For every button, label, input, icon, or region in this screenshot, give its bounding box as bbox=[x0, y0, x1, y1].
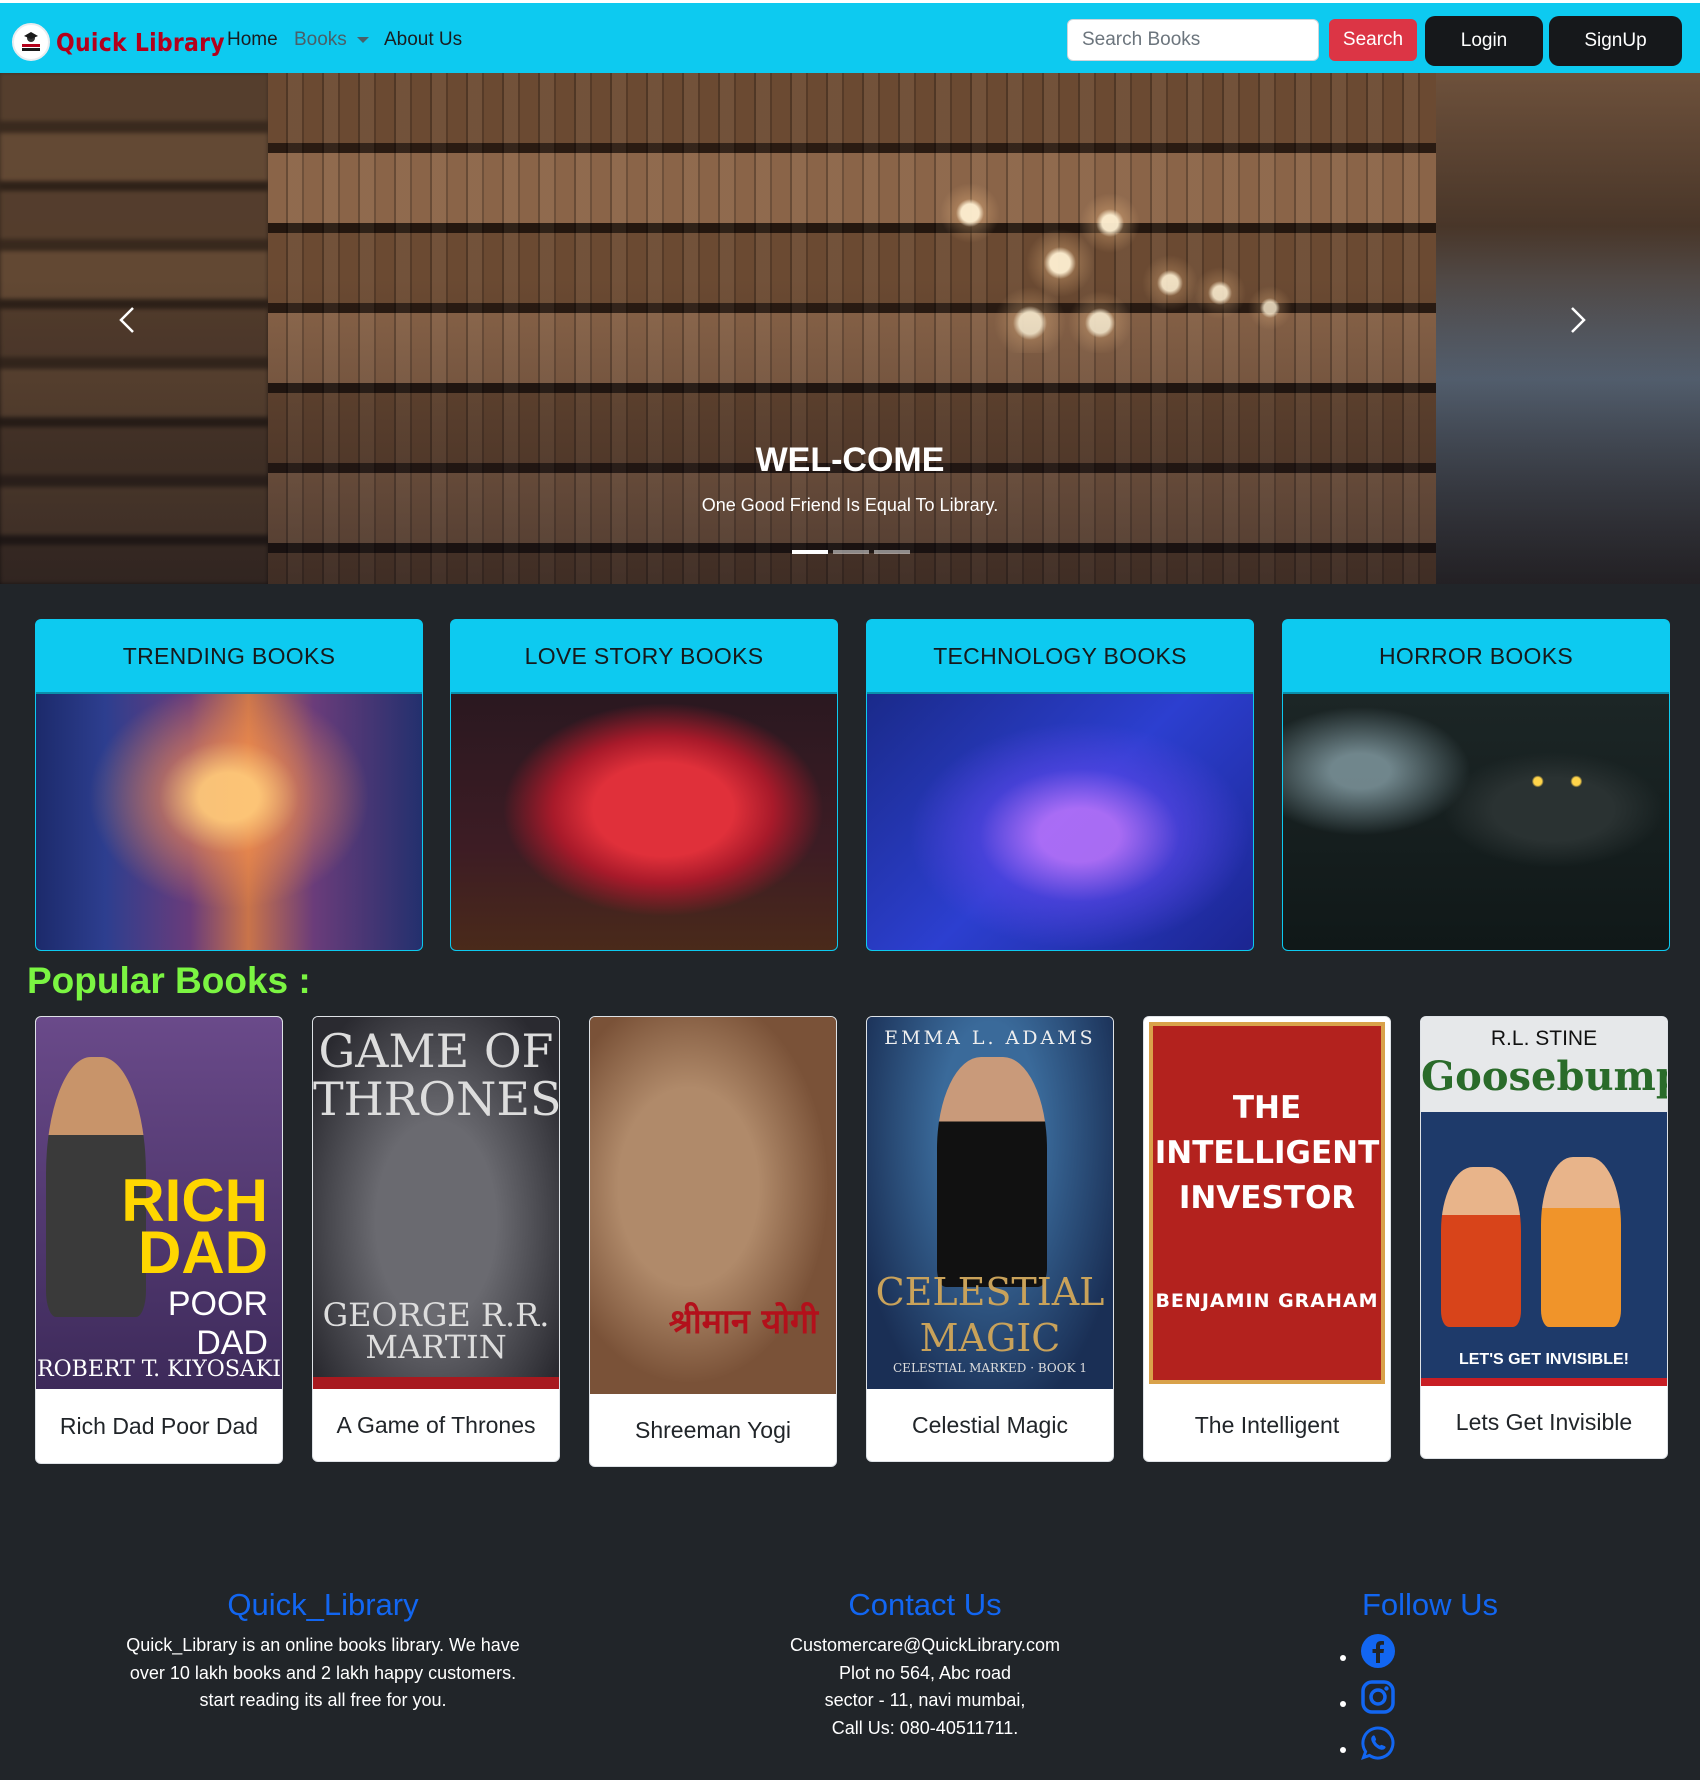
search-button[interactable]: Search bbox=[1329, 19, 1417, 61]
nav-home[interactable]: Home bbox=[227, 29, 278, 51]
book-card-celestial-magic[interactable]: EMMA L. ADAMS CELESTIAL MAGIC CELESTIAL M… bbox=[866, 1016, 1114, 1462]
chevron-down-icon bbox=[356, 36, 369, 43]
carousel-caption-title: WEL-COME bbox=[755, 441, 945, 479]
book-cover: RICH DAD POOR DAD ROBERT T. KIYOSAKI bbox=[36, 1017, 282, 1389]
navbar: Quick Library Home Books About Us Search… bbox=[0, 0, 1700, 73]
nav-about[interactable]: About Us bbox=[384, 29, 462, 51]
popular-books-heading: Popular Books : bbox=[27, 960, 311, 1001]
book-cover: THE INTELLIGENT INVESTOR BENJAMIN GRAHAM bbox=[1144, 1017, 1390, 1389]
facebook-icon[interactable] bbox=[1360, 1633, 1396, 1669]
nav-books-dropdown[interactable]: Books bbox=[294, 29, 369, 51]
nav-books-label: Books bbox=[294, 29, 347, 50]
book-cover: R.L. STINE Goosebumps LET'S GET INVISIBL… bbox=[1421, 1017, 1667, 1386]
book-cover: श्रीमान योगी bbox=[590, 1017, 836, 1394]
search-input[interactable] bbox=[1067, 19, 1319, 61]
category-card-trending[interactable]: TRENDING BOOKS bbox=[35, 619, 423, 951]
footer-follow-title: Follow Us bbox=[1361, 1587, 1499, 1622]
footer-about-text: Quick_Library is an online books library… bbox=[126, 1635, 520, 1710]
book-title: Rich Dad Poor Dad bbox=[59, 1412, 259, 1439]
login-button[interactable]: Login bbox=[1425, 16, 1543, 66]
carousel-caption-text: One Good Friend Is Equal To Library. bbox=[701, 495, 999, 515]
category-card-horror[interactable]: HORROR BOOKS bbox=[1282, 619, 1670, 951]
brand[interactable]: Quick Library bbox=[12, 23, 248, 61]
footer-contact-title: Contact Us bbox=[848, 1587, 1002, 1622]
carousel-prev-icon[interactable] bbox=[113, 305, 143, 335]
category-title: LOVE STORY BOOKS bbox=[524, 642, 764, 669]
book-cover: GAME OF THRONES GEORGE R.R. MARTIN bbox=[313, 1017, 559, 1389]
library-logo-icon bbox=[12, 23, 50, 61]
carousel-indicator[interactable] bbox=[833, 550, 869, 554]
book-title: Celestial Magic bbox=[912, 1411, 1068, 1438]
footer-about-title: Quick_Library bbox=[227, 1587, 419, 1622]
book-card-shreeman-yogi[interactable]: श्रीमान योगी Shreeman Yogi bbox=[589, 1016, 837, 1467]
book-card-goosebumps[interactable]: R.L. STINE Goosebumps LET'S GET INVISIBL… bbox=[1420, 1016, 1668, 1459]
category-card-love-story[interactable]: LOVE STORY BOOKS bbox=[450, 619, 838, 951]
footer-contact-text: Customercare@QuickLibrary.com Plot no 56… bbox=[725, 1632, 1125, 1742]
instagram-icon[interactable] bbox=[1360, 1679, 1396, 1715]
signup-button[interactable]: SignUp bbox=[1549, 16, 1682, 66]
book-cover: EMMA L. ADAMS CELESTIAL MAGIC CELESTIAL M… bbox=[867, 1017, 1113, 1389]
book-card-rich-dad[interactable]: RICH DAD POOR DAD ROBERT T. KIYOSAKI Rich… bbox=[35, 1016, 283, 1464]
category-image bbox=[451, 692, 837, 950]
category-card-technology[interactable]: TECHNOLOGY BOOKS bbox=[866, 619, 1254, 951]
category-image bbox=[1283, 692, 1669, 950]
contact-email[interactable]: Customercare@QuickLibrary.com bbox=[725, 1632, 1125, 1660]
category-title: TRENDING BOOKS bbox=[122, 642, 336, 669]
carousel-indicator[interactable] bbox=[792, 550, 828, 554]
category-image bbox=[36, 692, 422, 950]
hero-carousel: WEL-COME One Good Friend Is Equal To Lib… bbox=[0, 73, 1700, 584]
book-title: The Intelligent bbox=[1194, 1411, 1340, 1438]
book-title: Shreeman Yogi bbox=[634, 1416, 791, 1443]
category-title: HORROR BOOKS bbox=[1378, 642, 1573, 669]
book-card-game-of-thrones[interactable]: GAME OF THRONES GEORGE R.R. MARTIN A Game … bbox=[312, 1016, 560, 1462]
category-title: TECHNOLOGY BOOKS bbox=[933, 642, 1187, 669]
category-image bbox=[867, 692, 1253, 950]
brand-name: Quick Library bbox=[56, 27, 225, 57]
book-title: A Game of Thrones bbox=[336, 1411, 536, 1438]
book-card-intelligent-investor[interactable]: THE INTELLIGENT INVESTOR BENJAMIN GRAHAM T… bbox=[1143, 1016, 1391, 1462]
carousel-indicator[interactable] bbox=[874, 550, 910, 554]
book-title: Lets Get Invisible bbox=[1455, 1408, 1633, 1435]
whatsapp-icon[interactable] bbox=[1360, 1725, 1396, 1761]
carousel-next-icon[interactable] bbox=[1562, 305, 1592, 335]
contact-phone: Call Us: 080-40511711. bbox=[831, 1717, 1019, 1738]
